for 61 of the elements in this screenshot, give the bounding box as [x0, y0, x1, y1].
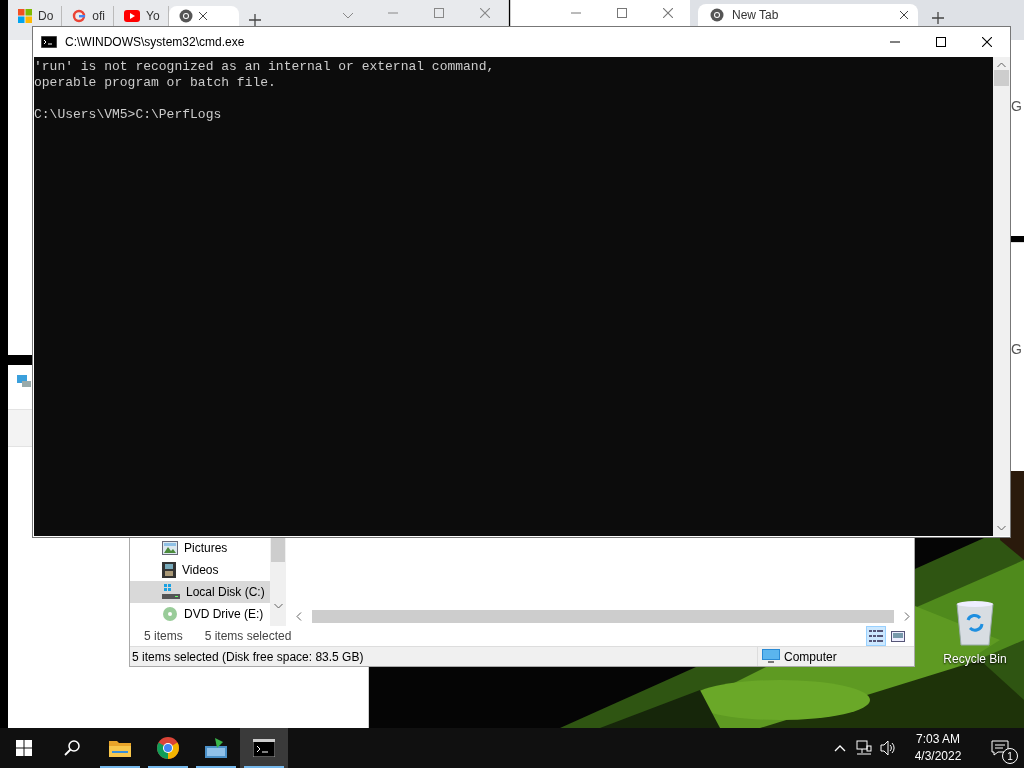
- new-tab-icon[interactable]: [248, 14, 261, 26]
- film-icon: [162, 562, 176, 578]
- round-logo-icon: [710, 8, 724, 22]
- browser-tab[interactable]: New Tab: [698, 4, 918, 26]
- terminal-icon: [253, 739, 275, 757]
- large-icons-view-icon: [891, 630, 905, 642]
- close-icon: [480, 8, 490, 18]
- icon-label: Recycle Bin: [943, 652, 1007, 666]
- console-output: operable program or batch file.: [34, 75, 277, 91]
- clock[interactable]: 7:03 AM 4/3/2022: [900, 728, 976, 768]
- folder-icon: [109, 739, 131, 757]
- close-icon[interactable]: [198, 12, 207, 20]
- nav-item[interactable]: DVD Drive (E:): [130, 603, 270, 625]
- message-icon: [991, 740, 1009, 756]
- console-prompt: C:\Users\VM5>C:\PerfLogs: [34, 107, 223, 123]
- window-title: C:\WINDOWS\system32\cmd.exe: [65, 35, 245, 49]
- play-icon: [124, 10, 141, 22]
- details-view-icon: [869, 630, 883, 643]
- notification-count: 1: [1002, 748, 1018, 764]
- scroll-thumb[interactable]: [271, 537, 285, 562]
- close-icon[interactable]: [900, 11, 908, 19]
- search-icon: [64, 740, 80, 756]
- network-icon[interactable]: [856, 740, 872, 756]
- four-squares-icon: [18, 9, 32, 23]
- round-logo-icon: [178, 9, 193, 23]
- page-text: G: [1011, 341, 1022, 357]
- location-label: Computer: [784, 649, 837, 664]
- notification-button[interactable]: 1: [976, 728, 1024, 768]
- start-icon: [16, 740, 32, 756]
- disc-icon: [162, 606, 178, 622]
- maximize-icon: [434, 8, 444, 18]
- caret-down-icon[interactable]: [342, 12, 354, 20]
- monitor-icon: [762, 649, 780, 665]
- maximize-icon: [936, 37, 946, 47]
- picture-icon: [162, 541, 178, 555]
- taskbar-button[interactable]: [240, 728, 288, 768]
- scroll-thumb[interactable]: [312, 610, 894, 623]
- box-arrow-icon: [205, 738, 227, 758]
- new-tab-icon[interactable]: [932, 12, 944, 24]
- drive-icon: [162, 584, 180, 600]
- g-letter-icon: [72, 9, 87, 23]
- close-icon: [982, 37, 992, 47]
- volume-icon[interactable]: [880, 740, 896, 756]
- round-logo-icon: [157, 737, 179, 759]
- close-icon: [663, 8, 673, 18]
- terminal-icon: [41, 36, 57, 48]
- page-text: G: [1011, 98, 1022, 114]
- chevron-up-icon[interactable]: [834, 743, 846, 753]
- nav-item[interactable]: Local Disk (C:): [130, 581, 270, 603]
- nav-item[interactable]: Videos: [130, 559, 270, 581]
- selection-count: 5 items selected: [204, 629, 292, 644]
- console-output: 'run' is not recognized as an internal or external command,: [34, 59, 496, 75]
- browser-tab[interactable]: [168, 6, 239, 26]
- computer-icon: [16, 374, 32, 388]
- recycle-bin-icon[interactable]: [955, 600, 995, 646]
- nav-item[interactable]: Pictures: [130, 537, 270, 559]
- maximize-icon: [617, 8, 627, 18]
- status-text: 5 items selected (Disk free space: 83.5 GB): [131, 649, 365, 664]
- view-button[interactable]: [866, 626, 886, 647]
- item-count: 5 items: [144, 629, 183, 644]
- scroll-thumb[interactable]: [994, 70, 1009, 86]
